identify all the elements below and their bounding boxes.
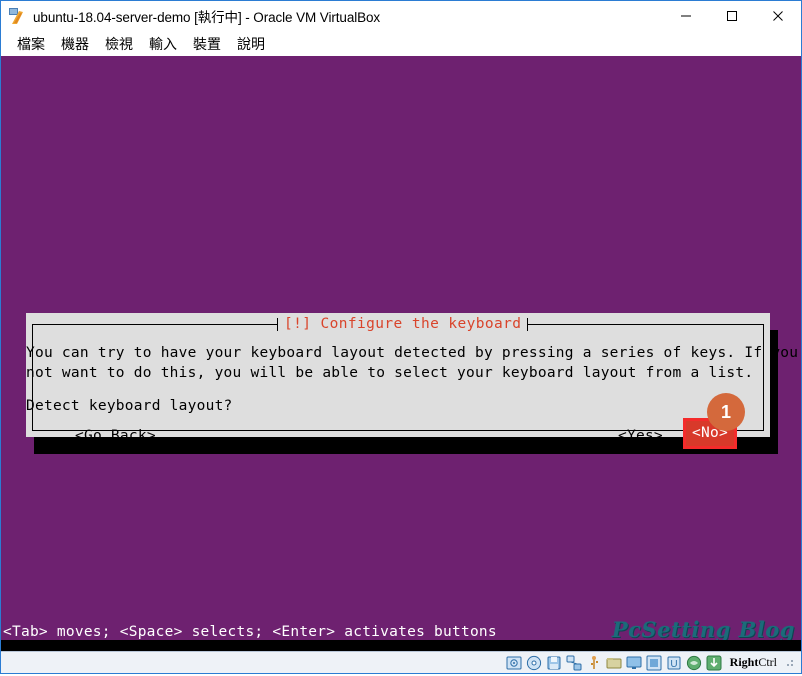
- yes-button[interactable]: <Yes>: [618, 426, 663, 446]
- host-key-label: RightCtrl: [730, 655, 777, 670]
- virtualbox-icon: [8, 7, 26, 25]
- step-badge-1: 1: [707, 393, 745, 431]
- window-controls: [663, 1, 801, 31]
- dialog-body-line2: not want to do this, you will be able to…: [26, 365, 754, 381]
- menu-item-devices[interactable]: 裝置: [185, 34, 229, 54]
- floppy-disk-icon[interactable]: [546, 655, 562, 671]
- guest-bottom-bar: [1, 640, 801, 651]
- menu-bar: 檔案 機器 檢視 輸入 裝置 說明: [1, 31, 801, 56]
- host-key-icon[interactable]: [706, 655, 722, 671]
- dialog-body-line1: You can try to have your keyboard layout…: [26, 345, 801, 361]
- shared-folder-icon[interactable]: [606, 655, 622, 671]
- virtualization-icon[interactable]: U: [666, 655, 682, 671]
- title-bar: ubuntu-18.04-server-demo [執行中] - Oracle …: [1, 1, 801, 31]
- virtualbox-window: ubuntu-18.04-server-demo [執行中] - Oracle …: [0, 0, 802, 674]
- menu-item-machine[interactable]: 機器: [53, 34, 97, 54]
- display-icon[interactable]: [626, 655, 642, 671]
- recording-icon[interactable]: [646, 655, 662, 671]
- host-key-label-text: Ctrl: [758, 655, 777, 669]
- dialog-question: Detect keyboard layout?: [26, 398, 233, 414]
- close-icon[interactable]: [755, 1, 801, 31]
- optical-disk-icon[interactable]: [526, 655, 542, 671]
- svg-text:U: U: [670, 659, 677, 670]
- window-title: ubuntu-18.04-server-demo [執行中] - Oracle …: [33, 10, 381, 25]
- dialog-button-row: <Go Back> <Yes> <No>: [26, 418, 746, 450]
- maximize-icon[interactable]: [709, 1, 755, 31]
- menu-item-file[interactable]: 檔案: [9, 34, 53, 54]
- dialog-body-text: You can try to have your keyboard layout…: [26, 343, 798, 383]
- hard-disk-icon[interactable]: [506, 655, 522, 671]
- go-back-button[interactable]: <Go Back>: [75, 426, 156, 446]
- menu-item-view[interactable]: 檢視: [97, 34, 141, 54]
- host-key-label-bold: Right: [729, 655, 759, 669]
- network-icon[interactable]: [566, 655, 582, 671]
- vbox-status-bar: U RightCtrl: [1, 651, 801, 673]
- usb-icon[interactable]: [586, 655, 602, 671]
- guest-screen[interactable]: [!] Configure the keyboard You can try t…: [1, 56, 801, 651]
- mouse-integration-icon[interactable]: [686, 655, 702, 671]
- menu-item-help[interactable]: 說明: [229, 34, 273, 54]
- minimize-icon[interactable]: [663, 1, 709, 31]
- watermark: PcSetting Blog: [611, 617, 795, 642]
- menu-item-input[interactable]: 輸入: [141, 34, 185, 54]
- resize-grip[interactable]: [785, 658, 795, 668]
